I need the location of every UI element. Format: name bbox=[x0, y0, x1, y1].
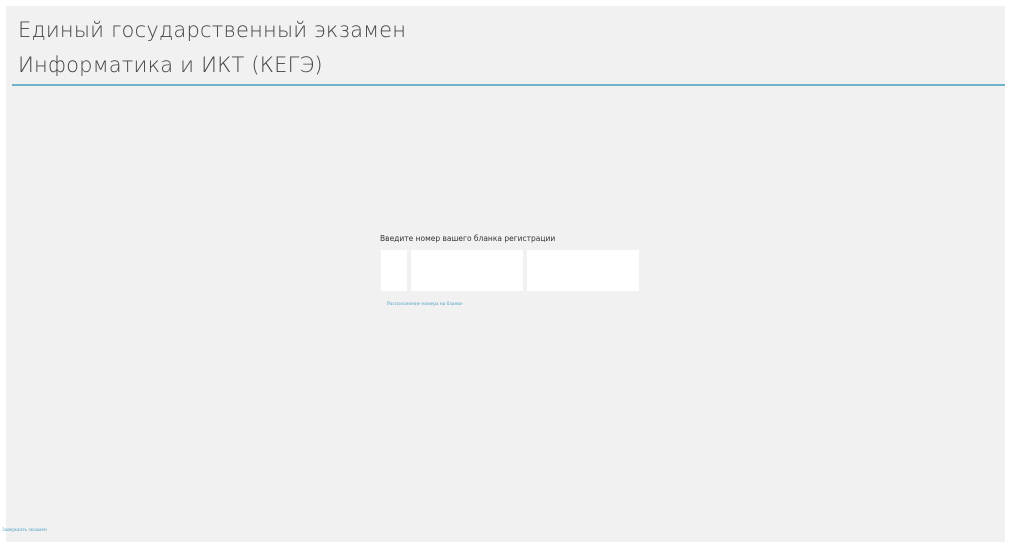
number-location-help-link[interactable]: Расположение номера на бланке bbox=[387, 301, 462, 307]
header: Единый государственный экзамен Информати… bbox=[18, 16, 1008, 82]
registration-number-field-2[interactable] bbox=[411, 250, 523, 291]
exam-title: Единый государственный экзамен bbox=[18, 18, 407, 42]
subject-title: Информатика и ИКТ (КЕГЭ) bbox=[18, 53, 323, 77]
registration-form: Введите номер вашего бланка регистрации … bbox=[380, 233, 680, 310]
registration-number-field-1[interactable] bbox=[381, 250, 407, 291]
header-divider bbox=[12, 84, 1005, 86]
registration-prompt: Введите номер вашего бланка регистрации bbox=[380, 234, 556, 243]
registration-number-fields bbox=[380, 250, 680, 292]
finish-exam-link[interactable]: Завершить экзамен bbox=[2, 527, 47, 533]
registration-number-field-3[interactable] bbox=[527, 250, 639, 291]
